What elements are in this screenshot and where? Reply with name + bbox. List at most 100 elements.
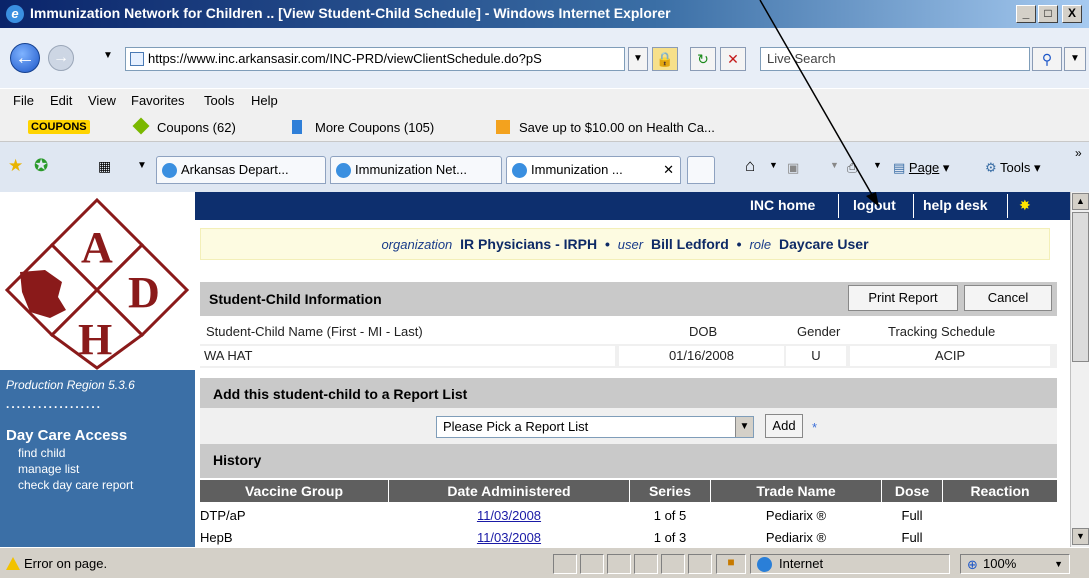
- feeds-dropdown-icon[interactable]: ▼: [830, 160, 839, 170]
- col-dob: DOB: [689, 324, 718, 339]
- close-button[interactable]: X: [1062, 5, 1082, 23]
- cancel-button[interactable]: Cancel: [964, 285, 1052, 311]
- sidebar-link-manage-list[interactable]: manage list: [18, 462, 79, 476]
- col-date-administered: Date Administered: [447, 483, 571, 499]
- col-dose: Dose: [894, 483, 930, 499]
- menu-file[interactable]: File: [13, 93, 34, 108]
- print-dropdown-icon[interactable]: ▼: [873, 160, 882, 170]
- search-icon[interactable]: ⚲: [1032, 47, 1062, 71]
- nav-inc-home[interactable]: INC home: [750, 197, 815, 213]
- chevron-down-icon: ▼: [1054, 559, 1063, 569]
- zoom-icon: ⊕: [967, 557, 978, 572]
- status-message[interactable]: Error on page.: [6, 556, 107, 571]
- coupons-logo[interactable]: COUPONS: [28, 120, 90, 134]
- nav-separator: [838, 194, 839, 218]
- history-dropdown-icon[interactable]: ▼: [103, 50, 113, 61]
- more-coupons-icon: [292, 120, 302, 137]
- coupon-toolbar: COUPONS Coupons (62) More Coupons (105) …: [0, 114, 1089, 142]
- coupons-leaf-icon: [132, 117, 150, 135]
- quick-tabs-icon[interactable]: ▦: [98, 158, 111, 175]
- home-icon[interactable]: ⌂: [745, 156, 755, 176]
- menu-edit[interactable]: Edit: [50, 93, 72, 108]
- add-favorite-icon[interactable]: ✪: [34, 156, 48, 176]
- forward-button[interactable]: →: [48, 45, 74, 71]
- lightbulb-icon[interactable]: ✸: [1019, 197, 1031, 214]
- coupons-button[interactable]: Coupons (62): [157, 120, 236, 135]
- date-link[interactable]: 11/03/2008: [477, 508, 541, 523]
- nav-logout[interactable]: logout: [853, 197, 896, 213]
- section-title: Student-Child Information: [209, 291, 382, 307]
- table-row: HepB 11/03/2008 1 of 3 Pediarix ® Full: [200, 530, 923, 545]
- address-dropdown-button[interactable]: ▼: [628, 47, 648, 71]
- more-coupons-button[interactable]: More Coupons (105): [315, 120, 434, 135]
- tab-bar: ★ ✪ ▦ ▼ Arkansas Depart... Immunization …: [0, 142, 1089, 192]
- scroll-up-icon[interactable]: ▲: [1072, 193, 1089, 210]
- chevron-down-icon[interactable]: ▼: [735, 417, 753, 437]
- nav-separator: [1007, 194, 1008, 218]
- col-trade-name: Trade Name: [756, 483, 836, 499]
- tab-list-icon[interactable]: ▼: [137, 160, 147, 171]
- feeds-icon[interactable]: ▣: [787, 160, 799, 176]
- scroll-thumb[interactable]: [1072, 212, 1089, 362]
- history-table-header: Vaccine Group Date Administered Series T…: [200, 480, 1057, 502]
- gear-icon: ⚙: [985, 160, 997, 175]
- scroll-down-icon[interactable]: ▼: [1072, 528, 1089, 545]
- ie-icon: e: [6, 5, 24, 23]
- address-toolbar: ← → ▼ https://www.inc.arkansasir.com/INC…: [0, 28, 1089, 88]
- col-tracking: Tracking Schedule: [888, 324, 996, 339]
- menu-tools[interactable]: Tools: [204, 93, 234, 108]
- sidebar-link-check-report[interactable]: check day care report: [18, 478, 133, 492]
- report-list-select[interactable]: Please Pick a Report List ▼: [436, 416, 754, 438]
- add-button[interactable]: Add: [765, 414, 803, 438]
- search-input[interactable]: Live Search: [760, 47, 1030, 71]
- col-student-name: Student-Child Name (First - MI - Last): [206, 324, 423, 339]
- tab-immunization-active[interactable]: Immunization ... ✕: [506, 156, 681, 184]
- section-title: History: [213, 452, 262, 468]
- col-reaction: Reaction: [970, 483, 1030, 499]
- toolbar-overflow-icon[interactable]: »: [1075, 146, 1082, 160]
- tab-arkansas[interactable]: Arkansas Depart...: [156, 156, 326, 184]
- svg-text:D: D: [128, 268, 160, 317]
- refresh-icon[interactable]: ↻: [690, 47, 716, 71]
- top-nav: INC home logout help desk ✸: [195, 192, 1070, 220]
- divider-dots: ..................: [6, 397, 103, 411]
- stop-icon[interactable]: ✕: [720, 47, 746, 71]
- menu-favorites[interactable]: Favorites: [131, 93, 184, 108]
- vertical-scrollbar[interactable]: ▲ ▼: [1070, 192, 1089, 547]
- sidebar-heading: Day Care Access: [6, 427, 128, 444]
- favorites-star-icon[interactable]: ★: [8, 156, 23, 176]
- back-button[interactable]: ←: [10, 43, 40, 73]
- protected-mode-icon[interactable]: ■: [716, 554, 746, 574]
- sidebar-link-find-child[interactable]: find child: [18, 446, 65, 460]
- lock-icon[interactable]: 🔒: [652, 47, 678, 71]
- window-title: Immunization Network for Children .. [Vi…: [30, 5, 671, 21]
- nav-help-desk[interactable]: help desk: [923, 197, 988, 213]
- tools-menu[interactable]: ⚙ Tools ▾: [985, 160, 1041, 176]
- print-icon[interactable]: ⎙: [847, 160, 857, 176]
- search-options-icon[interactable]: ▼: [1064, 47, 1086, 71]
- tab-immunization-net[interactable]: Immunization Net...: [330, 156, 502, 184]
- page-menu[interactable]: ▤ Page ▾: [893, 160, 949, 176]
- zoom-control[interactable]: ⊕ 100% ▼: [960, 554, 1070, 574]
- col-gender: Gender: [797, 324, 841, 339]
- menu-help[interactable]: Help: [251, 93, 278, 108]
- home-dropdown-icon[interactable]: ▼: [769, 160, 778, 170]
- menu-view[interactable]: View: [88, 93, 116, 108]
- save-offer-button[interactable]: Save up to $10.00 on Health Ca...: [519, 120, 715, 135]
- student-name: WA HAT: [200, 346, 615, 366]
- close-tab-icon[interactable]: ✕: [663, 157, 674, 183]
- window-title-bar[interactable]: e Immunization Network for Children .. […: [0, 0, 1089, 28]
- address-input[interactable]: https://www.inc.arkansasir.com/INC-PRD/v…: [125, 47, 625, 71]
- new-tab-button[interactable]: [687, 156, 715, 184]
- maximize-button[interactable]: □: [1038, 5, 1058, 23]
- required-asterisk: *: [812, 420, 818, 435]
- sidebar: Production Region 5.3.6 ................…: [0, 370, 195, 547]
- page-icon: [130, 52, 144, 66]
- status-bar: Error on page. ■ Internet ⊕ 100% ▼: [0, 547, 1089, 578]
- user-info-banner: organization IR Physicians - IRPH • user…: [200, 228, 1050, 260]
- student-dob: 01/16/2008: [619, 346, 784, 366]
- date-link[interactable]: 11/03/2008: [477, 530, 541, 545]
- ie-tab-icon: [336, 163, 351, 178]
- print-report-button[interactable]: Print Report: [848, 285, 958, 311]
- minimize-button[interactable]: _: [1016, 5, 1036, 23]
